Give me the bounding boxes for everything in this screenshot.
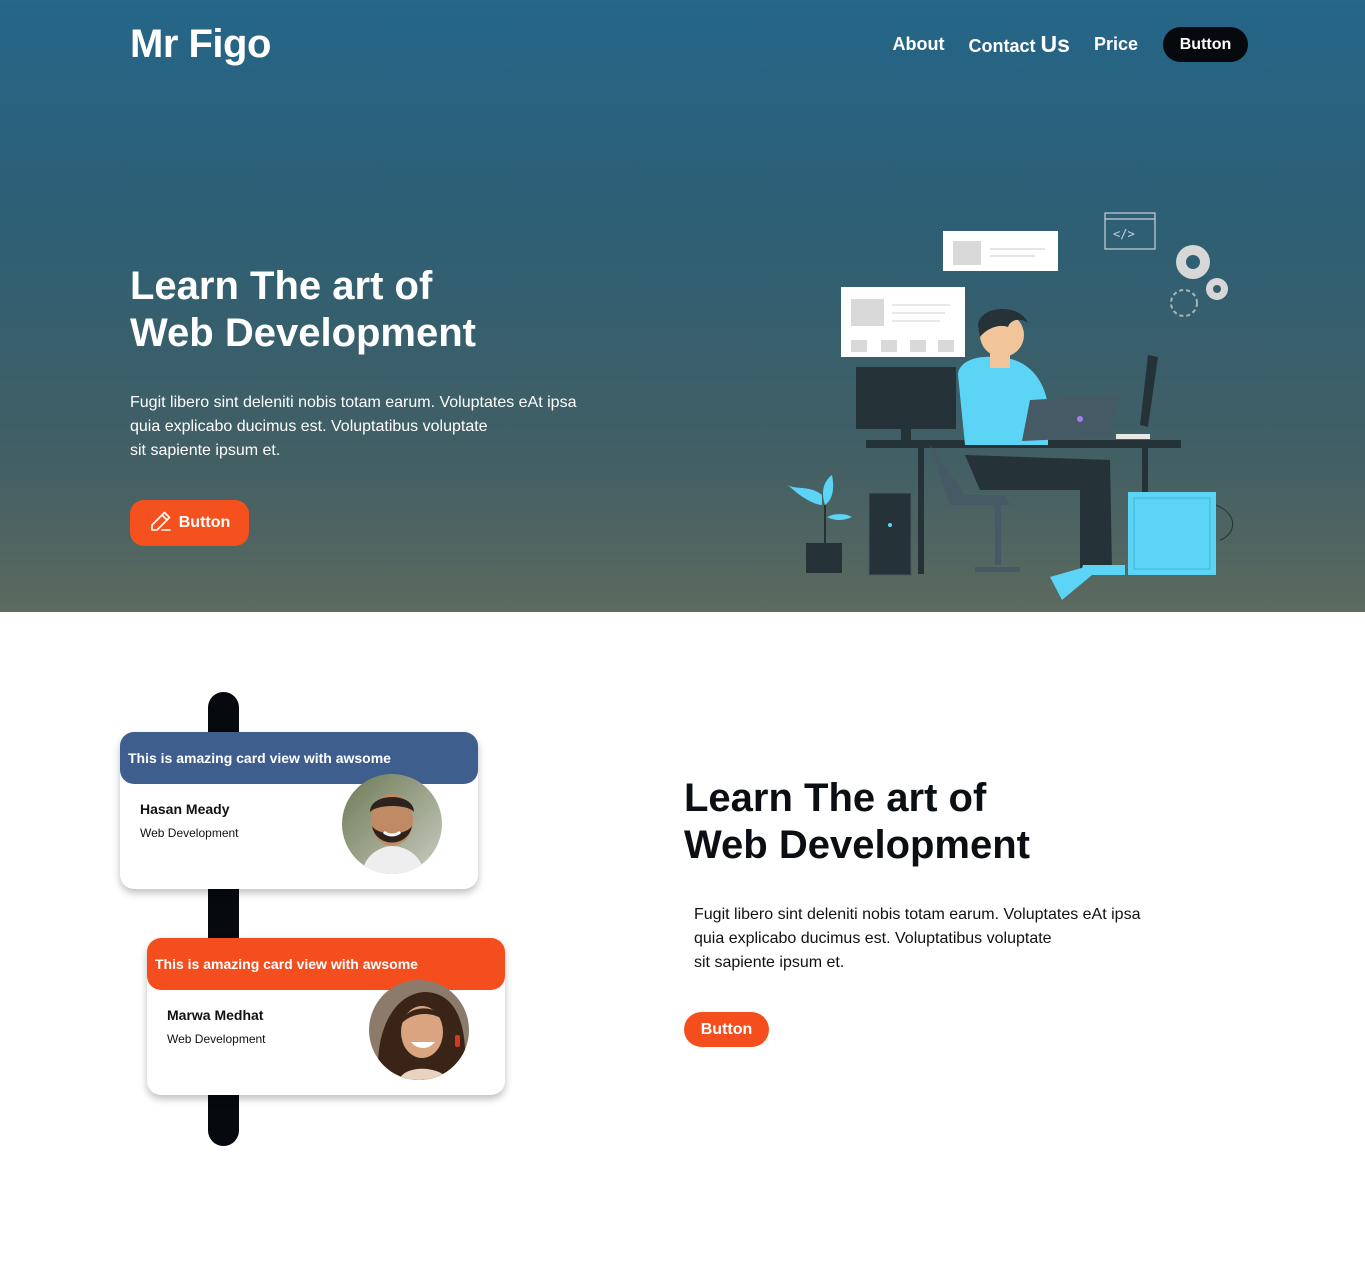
hero-title: Learn The art of Web Development (130, 263, 650, 357)
hero-title-line2: Web Development (130, 311, 476, 355)
hero-button-label: Button (178, 514, 231, 531)
hero-section: Mr Figo About Contact Us Price Button Le… (0, 0, 1365, 612)
nav-contact-us-label: Us (1040, 31, 1070, 57)
main-nav: About Contact Us Price Button (869, 27, 1248, 62)
section-button[interactable]: Button (684, 1012, 769, 1047)
nav-link-contact[interactable]: Contact Us (969, 31, 1070, 58)
hero-description: Fugit libero sint deleniti nobis totam e… (130, 394, 577, 459)
site-logo[interactable]: Mr Figo (130, 22, 271, 67)
avatar (342, 774, 442, 874)
profile-card[interactable]: This is amazing card view with awsome Ha… (120, 732, 478, 889)
section-description: Fugit libero sint deleniti nobis totam e… (694, 906, 1141, 971)
developer-at-desk-illustration: </> (788, 212, 1234, 600)
card-header: This is amazing card view with awsome (147, 938, 505, 990)
nav-button[interactable]: Button (1163, 27, 1248, 62)
section-title-line1: Learn The art of (684, 776, 987, 820)
section-title: Learn The art of Web Development (684, 775, 1144, 869)
avatar (369, 980, 469, 1080)
hero-title-line1: Learn The art of (130, 264, 433, 308)
card-role: Web Development (167, 1032, 266, 1046)
pencil-icon (149, 509, 173, 538)
card-role: Web Development (140, 826, 239, 840)
nav-link-price[interactable]: Price (1094, 34, 1138, 55)
section-title-line2: Web Development (684, 823, 1030, 867)
card-name: Marwa Medhat (167, 1007, 264, 1023)
profile-card[interactable]: This is amazing card view with awsome Ma… (147, 938, 505, 1095)
card-name: Hasan Meady (140, 801, 230, 817)
svg-text:</>: </> (1113, 227, 1135, 241)
nav-link-about[interactable]: About (893, 34, 945, 55)
nav-contact-label: Contact (968, 36, 1036, 56)
hero-button[interactable]: Button (130, 500, 249, 546)
card-header: This is amazing card view with awsome (120, 732, 478, 784)
